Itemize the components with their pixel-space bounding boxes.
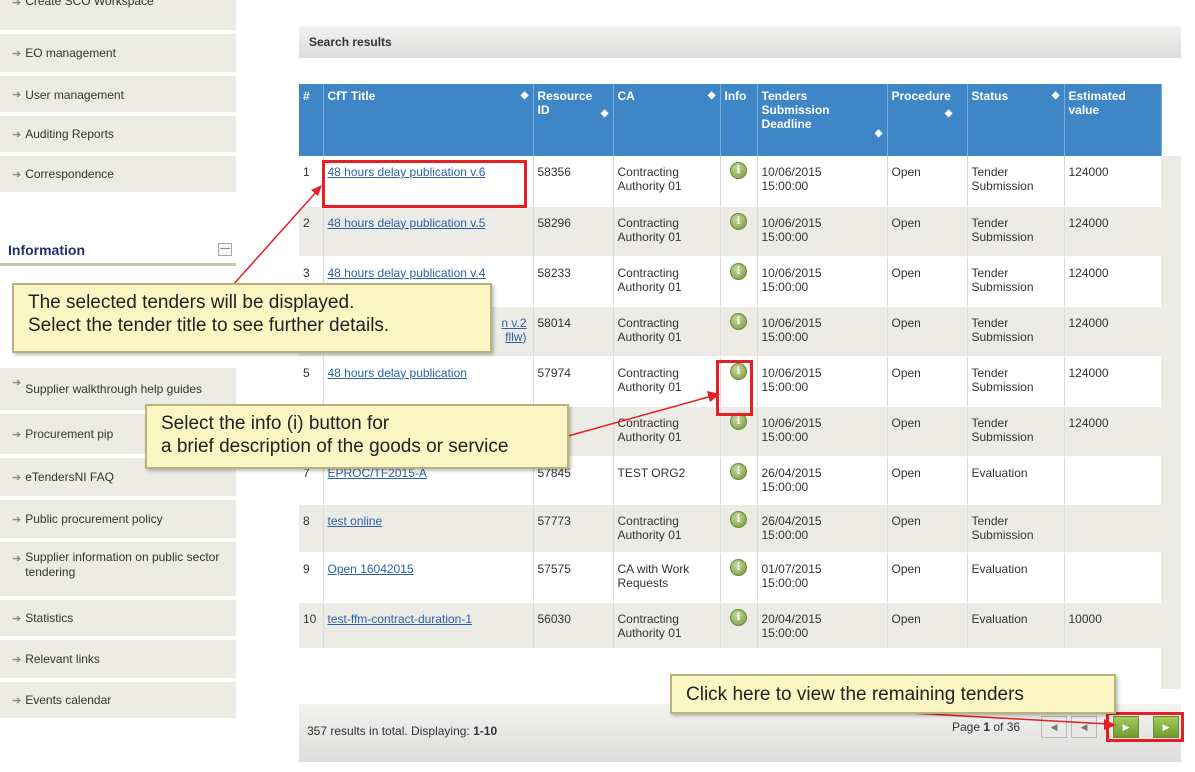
callout-line: Select the info (i) button for [161,413,390,434]
annotation-arrows [231,185,1116,730]
callout-info-button: Select the info (i) button for a brief d… [145,404,569,469]
arrow-line-info [567,395,713,437]
highlight-pager-box [1106,712,1184,742]
arrow-head-title [311,185,322,196]
callout-line: a brief description of the goods or serv… [161,436,509,457]
highlight-title-box [322,160,527,208]
highlight-info-box [716,360,753,416]
arrow-line-title [231,189,319,287]
callout-tenders-displayed: The selected tenders will be displayed. … [12,283,492,353]
callout-line: Select the tender title to see further d… [28,315,390,336]
callout-pager: Click here to view the remaining tenders [670,674,1116,714]
callout-line: The selected tenders will be displayed. [28,292,355,313]
callout-line: Click here to view the remaining tenders [686,684,1024,705]
